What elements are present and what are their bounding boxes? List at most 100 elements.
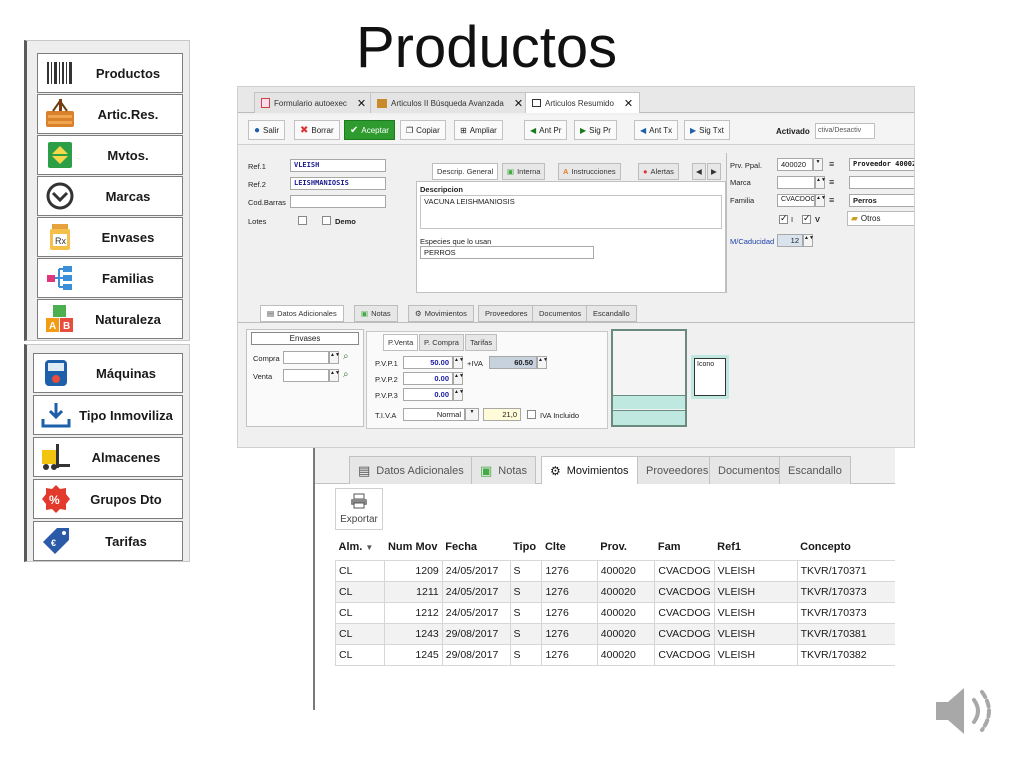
menu-item-mvtos[interactable]: Mvtos. (37, 135, 183, 175)
ampliar-button[interactable]: ⊞ Ampliar (454, 120, 503, 140)
list-icon[interactable]: ≡ (829, 159, 834, 169)
list-icon[interactable]: ≡ (829, 195, 834, 205)
exportar-button[interactable]: Exportar (335, 488, 383, 530)
menu-item-familias[interactable]: Familias (37, 258, 183, 298)
ref1-field[interactable]: VLEISH (290, 159, 386, 172)
pvp1-iva-stepper[interactable]: ▲▼ (537, 356, 548, 369)
familia-stepper[interactable]: ▲▼ (815, 194, 826, 207)
menu-item-productos[interactable]: Productos (37, 53, 183, 93)
ant-tx-button[interactable]: ◀ Ant Tx (634, 120, 679, 140)
prv-ppal-field[interactable]: 400020 (777, 158, 813, 171)
tab-descrip-general[interactable]: Descrip. General (432, 163, 499, 180)
familia-field[interactable]: CVACDOG (777, 194, 815, 207)
ant-pr-button[interactable]: ◀ Ant Pr (524, 120, 568, 140)
cod-barras-field[interactable] (290, 195, 386, 208)
aceptar-button[interactable]: ✔ Aceptar (344, 120, 395, 140)
table-row[interactable]: CL 1243 29/08/2017 S 1276 400020 CVACDOG… (334, 622, 895, 645)
close-icon[interactable]: ✕ (514, 97, 523, 110)
caducidad-field[interactable]: 12 (777, 234, 803, 247)
column-header[interactable]: Concepto (797, 534, 895, 561)
menu-item-almacenes[interactable]: Almacenes (33, 437, 183, 477)
tab-scroll-left[interactable]: ◀ (692, 163, 706, 180)
venta-field[interactable] (283, 369, 329, 382)
familia-name-field[interactable]: Perros (849, 194, 914, 207)
borrar-button[interactable]: ✖ Borrar (294, 120, 340, 140)
menu-item-marcas[interactable]: Marcas (37, 176, 183, 216)
tab-p-venta[interactable]: P.Venta (383, 334, 419, 351)
pvp1-iva-field[interactable]: 60.50 (489, 356, 537, 369)
tab-p-compra[interactable]: P. Compra (419, 334, 464, 351)
menu-item-grupos-dto[interactable]: % Grupos Dto (33, 479, 183, 519)
especies-field[interactable]: PERROS (420, 246, 594, 259)
tab-articulos-busqueda[interactable]: Articulos II Búsqueda Avanzada ✕ (370, 92, 531, 113)
descripcion-field[interactable]: VACUNA LEISHMANIOSIS (420, 195, 722, 229)
table-row[interactable]: CL 1212 24/05/2017 S 1276 400020 CVACDOG… (334, 601, 895, 624)
tab-datos-adicionales[interactable]: ▤ Datos Adicionales (260, 305, 344, 322)
tab-documentos[interactable]: Documentos (532, 305, 589, 322)
search-icon[interactable]: ⌕ (343, 369, 349, 380)
tab-movimientos[interactable]: ⚙ Movimientos (408, 305, 474, 322)
column-header[interactable]: Prov. (597, 534, 655, 561)
tab-proveedores[interactable]: Proveedores (478, 305, 535, 322)
tab-formulario-autoexec[interactable]: Formulario autoexec ✕ (254, 92, 374, 113)
tab-escandallo[interactable]: Escandallo (779, 456, 851, 484)
column-header[interactable]: Num Mov (384, 534, 443, 561)
caducidad-stepper[interactable]: ▲▼ (803, 234, 814, 247)
demo-checkbox[interactable] (322, 216, 331, 225)
pvp2-field[interactable]: 0.00 (403, 372, 453, 385)
tab-alertas[interactable]: ● Alertas (638, 163, 679, 180)
iva-incluido-checkbox[interactable] (527, 410, 536, 419)
pvp1-stepper[interactable]: ▲▼ (453, 356, 464, 369)
marca-name-field[interactable] (849, 176, 914, 189)
column-header[interactable]: Fecha (442, 534, 511, 561)
table-row[interactable]: CL 1245 29/08/2017 S 1276 400020 CVACDOG… (334, 643, 895, 666)
pvp2-stepper[interactable]: ▲▼ (453, 372, 464, 385)
v-checkbox[interactable] (802, 213, 811, 224)
marca-stepper[interactable]: ▲▼ (815, 176, 826, 189)
compra-stepper[interactable]: ▲▼ (329, 351, 340, 364)
tab-instrucciones[interactable]: A Instrucciones (558, 163, 621, 180)
tab-documentos[interactable]: Documentos (709, 456, 789, 484)
product-image-frame[interactable] (611, 329, 687, 427)
menu-item-tarifas[interactable]: € Tarifas (33, 521, 183, 561)
tab-datos-adicionales[interactable]: ▤ Datos Adicionales (349, 456, 473, 484)
menu-item-maquinas[interactable]: Máquinas (33, 353, 183, 393)
copiar-button[interactable]: ❐ Copiar (400, 120, 446, 140)
tab-notas[interactable]: ▣ Notas (471, 456, 537, 484)
tiva-dropdown[interactable]: ▼ (465, 408, 479, 421)
column-header[interactable]: Ref1 (714, 534, 798, 561)
pvp3-stepper[interactable]: ▲▼ (453, 388, 464, 401)
table-row[interactable]: CL 1211 24/05/2017 S 1276 400020 CVACDOG… (334, 580, 895, 603)
list-icon[interactable]: ≡ (829, 177, 834, 187)
activado-toggle[interactable]: ctiva/Desactiv (815, 123, 875, 139)
column-header[interactable]: Clte (541, 534, 598, 561)
salir-button[interactable]: ● Salir (248, 120, 286, 140)
sig-txt-button[interactable]: ▶ Sig Txt (684, 120, 730, 140)
close-icon[interactable]: ✕ (624, 97, 633, 110)
ref2-field[interactable]: LEISHMANIOSIS (290, 177, 386, 190)
close-icon[interactable]: ✕ (357, 97, 366, 110)
column-header[interactable]: Tipo (510, 534, 542, 561)
tab-proveedores[interactable]: Proveedores (637, 456, 718, 484)
proveedor-name-field[interactable]: Proveedor 40002 (849, 158, 914, 171)
prv-dropdown[interactable]: ▼ (813, 158, 823, 171)
compra-field[interactable] (283, 351, 329, 364)
lotes-checkbox[interactable] (298, 216, 307, 225)
audio-speaker-icon[interactable] (932, 676, 1002, 746)
search-icon[interactable]: ⌕ (343, 351, 349, 362)
tiva-select[interactable]: Normal (403, 408, 465, 421)
pvp1-field[interactable]: 50.00 (403, 356, 453, 369)
menu-item-artic-res[interactable]: Artic.Res. (37, 94, 183, 134)
tab-interna[interactable]: ▣ Interna (502, 163, 546, 180)
menu-item-naturaleza[interactable]: AB Naturaleza (37, 299, 183, 339)
menu-item-tipo-inmoviliza[interactable]: Tipo Inmoviliza (33, 395, 183, 435)
tab-tarifas[interactable]: Tarifas (465, 334, 498, 351)
tab-escandallo[interactable]: Escandallo (586, 305, 637, 322)
column-header[interactable]: Alm. ▼ (335, 534, 385, 561)
tab-movimientos[interactable]: ⚙ Movimientos (541, 456, 638, 484)
table-row[interactable]: CL 1209 24/05/2017 S 1276 400020 CVACDOG… (334, 559, 895, 582)
menu-item-envases[interactable]: Rx Envases (37, 217, 183, 257)
tab-articulos-resumido[interactable]: Articulos Resumido ✕ (525, 92, 641, 113)
sig-pr-button[interactable]: ▶ Sig Pr (574, 120, 617, 140)
tiva-rate-field[interactable]: 21,0 (483, 408, 521, 421)
